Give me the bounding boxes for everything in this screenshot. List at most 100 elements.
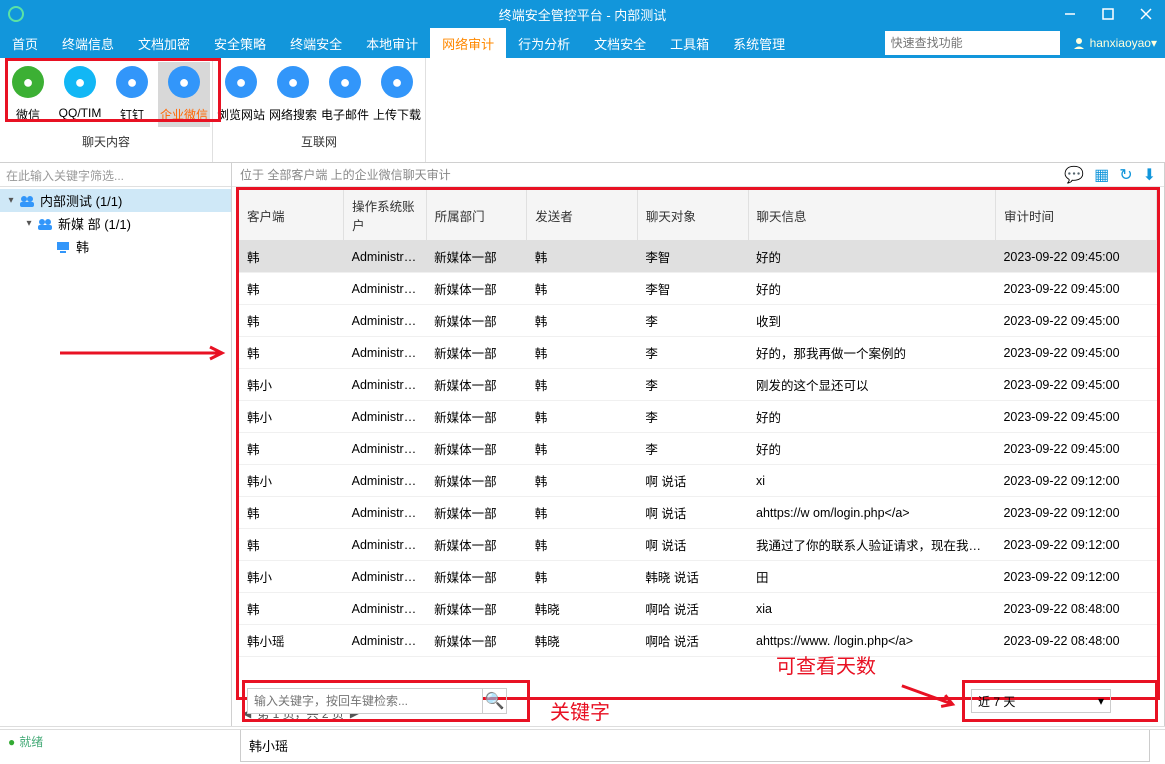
ribbon-btn-1-1[interactable]: ●网络搜索 xyxy=(267,62,319,127)
cell-o: Administra... xyxy=(344,369,426,401)
cell-s: 韩 xyxy=(527,241,638,273)
days-select[interactable]: 近 7 天 ▾ xyxy=(971,689,1111,713)
tree-toggle-icon[interactable]: ▾ xyxy=(4,195,18,206)
col-header-5[interactable]: 聊天信息 xyxy=(748,190,995,241)
ribbon-btn-1-0[interactable]: ●浏览网站 xyxy=(215,62,267,127)
annotation-box-keyword: 🔍 xyxy=(242,680,530,722)
cell-c: 韩小 xyxy=(239,401,344,433)
col-header-6[interactable]: 审计时间 xyxy=(995,190,1156,241)
table-row[interactable]: 韩Administra...新媒体一部韩李好的2023-09-22 09:45:… xyxy=(239,433,1157,465)
ribbon-btn-0-3[interactable]: ●企业微信 xyxy=(158,62,210,127)
menu-4[interactable]: 终端安全 xyxy=(278,28,354,58)
col-header-1[interactable]: 操作系统账户 xyxy=(344,190,426,241)
keyword-input[interactable] xyxy=(248,689,482,713)
col-header-0[interactable]: 客户端 xyxy=(239,190,344,241)
col-header-3[interactable]: 发送者 xyxy=(527,190,638,241)
menu-2[interactable]: 文档加密 xyxy=(126,28,202,58)
table-row[interactable]: 韩Administra...新媒体一部韩啊 说话ahttps://w om/lo… xyxy=(239,497,1157,529)
col-header-2[interactable]: 所属部门 xyxy=(426,190,527,241)
table-row[interactable]: 韩小Administra...新媒体一部韩李刚发的这个显还可以2023-09-2… xyxy=(239,369,1157,401)
audit-table[interactable]: 客户端操作系统账户所属部门发送者聊天对象聊天信息审计时间 韩Administra… xyxy=(239,190,1157,657)
col-header-4[interactable]: 聊天对象 xyxy=(637,190,748,241)
menubar: 首页终端信息文档加密安全策略终端安全本地审计网络审计行为分析文档安全工具箱系统管… xyxy=(0,28,1165,58)
cell-o: Administra... xyxy=(344,273,426,305)
menu-9[interactable]: 工具箱 xyxy=(658,28,721,58)
pc-icon xyxy=(54,240,72,254)
cell-o: Administra... xyxy=(344,241,426,273)
table-row[interactable]: 韩Administra...新媒体一部韩李智好的2023-09-22 09:45… xyxy=(239,241,1157,273)
cell-o: Administra... xyxy=(344,337,426,369)
menu-10[interactable]: 系统管理 xyxy=(721,28,797,58)
cell-t: 李 xyxy=(637,369,748,401)
tree-toggle-icon[interactable]: ▾ xyxy=(22,218,36,229)
table-row[interactable]: 韩小Administra...新媒体一部韩李好的2023-09-22 09:45… xyxy=(239,401,1157,433)
cell-t: 李 xyxy=(637,337,748,369)
table-row[interactable]: 韩小Administra...新媒体一部韩韩晓 说话田2023-09-22 09… xyxy=(239,561,1157,593)
cell-s: 韩 xyxy=(527,401,638,433)
table-row[interactable]: 韩Administra...新媒体一部韩李智好的2023-09-22 09:45… xyxy=(239,273,1157,305)
keyword-search[interactable]: 🔍 xyxy=(247,688,507,714)
annotation-arrow-table xyxy=(60,345,230,361)
cell-m: 好的 xyxy=(748,241,995,273)
cell-d: 新媒体一部 xyxy=(426,401,527,433)
tree-filter[interactable]: 在此输入关键字筛选... xyxy=(0,163,231,187)
cell-o: Administra... xyxy=(344,433,426,465)
ribbon-icon: ● xyxy=(225,66,257,98)
annotation-label-keyword: 关键字 xyxy=(550,696,610,725)
cell-t: 啊 说话 xyxy=(637,465,748,497)
ribbon-btn-label: 钉钉 xyxy=(120,106,144,123)
menu-0[interactable]: 首页 xyxy=(0,28,50,58)
cell-c: 韩 xyxy=(239,305,344,337)
export-icon[interactable]: ⬇ xyxy=(1143,165,1156,185)
table-row[interactable]: 韩小瑶Administra...新媒体一部韩晓啊哈 说活ahttps://www… xyxy=(239,625,1157,657)
menu-6[interactable]: 网络审计 xyxy=(430,28,506,58)
table-row[interactable]: 韩小Administra...新媒体一部韩啊 说话xi2023-09-22 09… xyxy=(239,465,1157,497)
table-row[interactable]: 韩Administra...新媒体一部韩晓啊哈 说活xia2023-09-22 … xyxy=(239,593,1157,625)
refresh-icon[interactable]: ↻ xyxy=(1119,165,1132,185)
table-row[interactable]: 韩Administra...新媒体一部韩李好的，那我再做一个案例的2023-09… xyxy=(239,337,1157,369)
maximize-button[interactable] xyxy=(1089,0,1127,28)
cell-d: 新媒体一部 xyxy=(426,561,527,593)
tree-item-2[interactable]: 韩 xyxy=(0,235,231,258)
ribbon-btn-0-1[interactable]: ●QQ/TIM xyxy=(54,62,106,127)
quick-search[interactable] xyxy=(885,31,1060,55)
menu-8[interactable]: 文档安全 xyxy=(582,28,658,58)
menu-3[interactable]: 安全策略 xyxy=(202,28,278,58)
group-icon xyxy=(18,194,36,208)
table-row[interactable]: 韩Administra...新媒体一部韩啊 说话我通过了你的联系人验证请求，现在… xyxy=(239,529,1157,561)
ribbon-btn-label: 上传下载 xyxy=(373,106,421,123)
search-icon[interactable]: 🔍 xyxy=(482,689,506,713)
menu-1[interactable]: 终端信息 xyxy=(50,28,126,58)
content-area: 位于 全部客户端 上的企业微信聊天审计 💬 ▦ ↻ ⬇ 客户端操作系统账户所属部… xyxy=(232,163,1165,726)
ribbon-icon: ● xyxy=(168,66,200,98)
cell-a: 2023-09-22 09:12:00 xyxy=(995,465,1156,497)
quick-search-input[interactable] xyxy=(885,33,1060,53)
cell-o: Administra... xyxy=(344,625,426,657)
annotation-box-days: 近 7 天 ▾ xyxy=(962,680,1158,722)
close-button[interactable] xyxy=(1127,0,1165,28)
ribbon-btn-0-0[interactable]: ●微信 xyxy=(2,62,54,127)
chevron-down-icon: ▾ xyxy=(1098,694,1104,708)
cell-t: 啊哈 说活 xyxy=(637,593,748,625)
table-row[interactable]: 韩Administra...新媒体一部韩李收到2023-09-22 09:45:… xyxy=(239,305,1157,337)
cell-o: Administra... xyxy=(344,401,426,433)
ribbon-btn-1-2[interactable]: ●电子邮件 xyxy=(319,62,371,127)
minimize-button[interactable] xyxy=(1051,0,1089,28)
user-menu[interactable]: hanxiaoyao ▾ xyxy=(1064,28,1165,58)
tree-item-1[interactable]: ▾ 新媒 部 (1/1) xyxy=(0,212,231,235)
cell-t: 李 xyxy=(637,305,748,337)
ribbon-btn-0-2[interactable]: ●钉钉 xyxy=(106,62,158,127)
ribbon-icon: ● xyxy=(329,66,361,98)
cell-s: 韩 xyxy=(527,497,638,529)
ribbon-btn-1-3[interactable]: ●上传下载 xyxy=(371,62,423,127)
cell-t: 李智 xyxy=(637,241,748,273)
cell-c: 韩 xyxy=(239,433,344,465)
status-dot-icon: ● xyxy=(8,735,15,749)
cell-t: 韩晓 说话 xyxy=(637,561,748,593)
tree-item-0[interactable]: ▾内部测试 (1/1) xyxy=(0,189,231,212)
menu-5[interactable]: 本地审计 xyxy=(354,28,430,58)
tree-item-label: 新媒 部 (1/1) xyxy=(58,214,131,233)
chat-icon[interactable]: 💬 xyxy=(1064,165,1084,185)
menu-7[interactable]: 行为分析 xyxy=(506,28,582,58)
layout-icon[interactable]: ▦ xyxy=(1094,165,1109,185)
